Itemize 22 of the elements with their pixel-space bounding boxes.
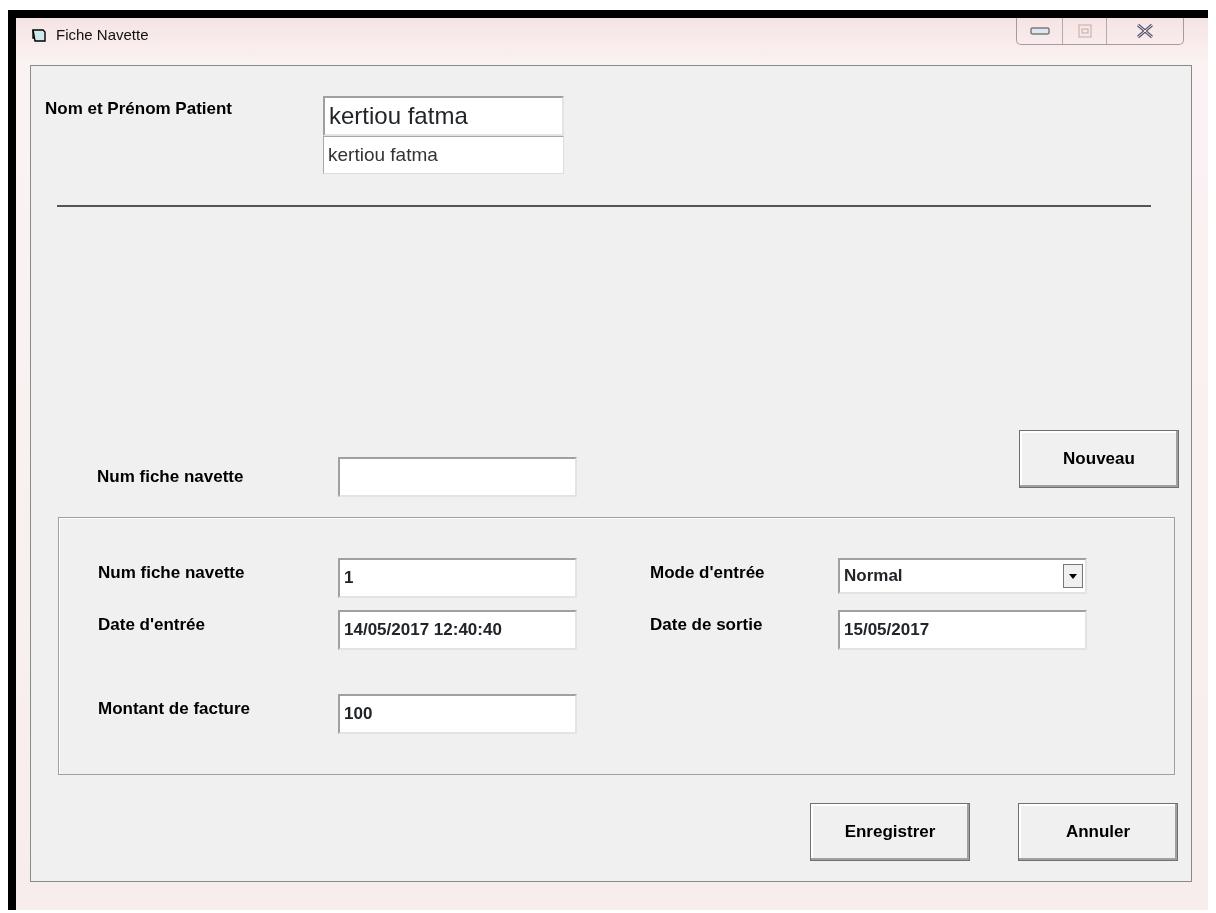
field-label: Nom et Prénom Patient [45,98,234,120]
minimize-icon[interactable] [1029,27,1050,35]
patient-name-display: kertiou fatma [323,96,564,136]
input-field[interactable]: 14/05/2017 12:40:40 [338,610,577,650]
window-title: Fiche Navette [56,25,149,45]
field-label: Num fiche navette [98,562,246,584]
input-field[interactable]: 1 [338,558,577,598]
close-icon[interactable] [1136,23,1154,39]
field-label: Date de sortie [650,614,764,636]
dropdown[interactable]: Normal [838,558,1087,594]
field-label: Date d'entrée [98,614,207,636]
new-button[interactable]: Nouveau [1019,430,1179,488]
field-label: Num fiche navette [97,465,245,488]
field-label: Mode d'entrée [650,562,766,584]
window-icon [32,28,48,42]
cancel-button[interactable]: Annuler [1018,803,1178,861]
search-field[interactable] [338,457,577,497]
input-field[interactable]: 100 [338,694,577,734]
field-label: Montant de facture [98,698,252,720]
save-button[interactable]: Enregistrer [810,803,970,861]
patient-name-field[interactable]: kertiou fatma [323,136,564,174]
input-field[interactable]: 15/05/2017 [838,610,1087,650]
